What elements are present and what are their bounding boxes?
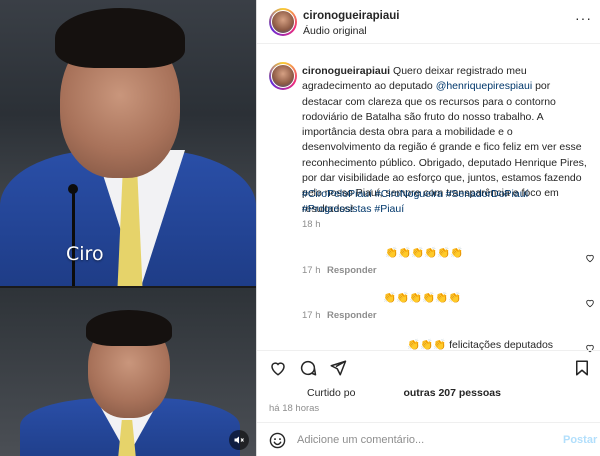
comment-heart-icon[interactable] — [585, 253, 595, 263]
post-side-panel: cironogueirapiaui Áudio original ··· cir… — [256, 0, 600, 456]
author-username[interactable]: cironogueirapiaui — [303, 10, 400, 22]
video-frame-top — [0, 0, 256, 286]
comment-time: 17 h — [302, 265, 321, 276]
heart-icon[interactable] — [269, 359, 287, 377]
comment-input[interactable] — [297, 431, 547, 449]
likes-summary[interactable]: Curtido po outras 207 pessoas — [307, 387, 501, 399]
post-time: 18 h — [302, 219, 321, 230]
reply-button[interactable]: Responder — [327, 310, 377, 321]
comment-text: 👏👏👏👏👏👏 — [383, 292, 462, 304]
add-comment-bar: Postar — [257, 422, 600, 456]
comment-heart-icon[interactable] — [585, 298, 595, 308]
posted-ago: há 18 horas — [269, 403, 320, 414]
more-dots-icon[interactable]: ··· — [575, 10, 592, 26]
likes-count[interactable]: outras 207 pessoas — [403, 387, 500, 399]
comment-text: 👏👏👏👏👏👏 — [385, 247, 464, 259]
video-caption-overlay: Ciro — [66, 243, 104, 265]
hair-shape-bottom — [86, 310, 172, 346]
share-icon[interactable] — [329, 359, 347, 377]
post-comment-button[interactable]: Postar — [563, 434, 597, 446]
comment-time: 17 h — [302, 310, 321, 321]
video-player[interactable]: Ciro — [0, 0, 256, 456]
microphone-stand — [72, 190, 75, 286]
emoji-smile-icon[interactable] — [269, 432, 286, 449]
caption-author-avatar[interactable] — [269, 62, 297, 90]
audio-label[interactable]: Áudio original — [303, 25, 367, 37]
caption-mention-link[interactable]: @henriquepirespiaui — [436, 80, 532, 92]
reply-button[interactable]: Responder — [327, 265, 377, 276]
bookmark-icon[interactable] — [573, 359, 591, 377]
hair-shape — [55, 8, 185, 68]
comment-icon[interactable] — [299, 359, 317, 377]
caption-hashtags[interactable]: #CiroPeloPiauí #CiroNogueira #SenadorDoP… — [302, 187, 592, 218]
caption-username[interactable]: cironogueirapiaui — [302, 65, 390, 77]
instagram-post-view: Ciro cironogueirapiaui Áudio original ··… — [0, 0, 600, 456]
author-avatar[interactable] — [269, 8, 297, 36]
muted-speaker-icon[interactable] — [229, 430, 249, 450]
video-frame-bottom — [0, 288, 256, 456]
microphone-head — [68, 184, 78, 194]
post-header: cironogueirapiaui Áudio original ··· — [257, 0, 600, 44]
post-actions-bar — [257, 350, 600, 390]
likes-prefix: Curtido po — [307, 387, 356, 399]
